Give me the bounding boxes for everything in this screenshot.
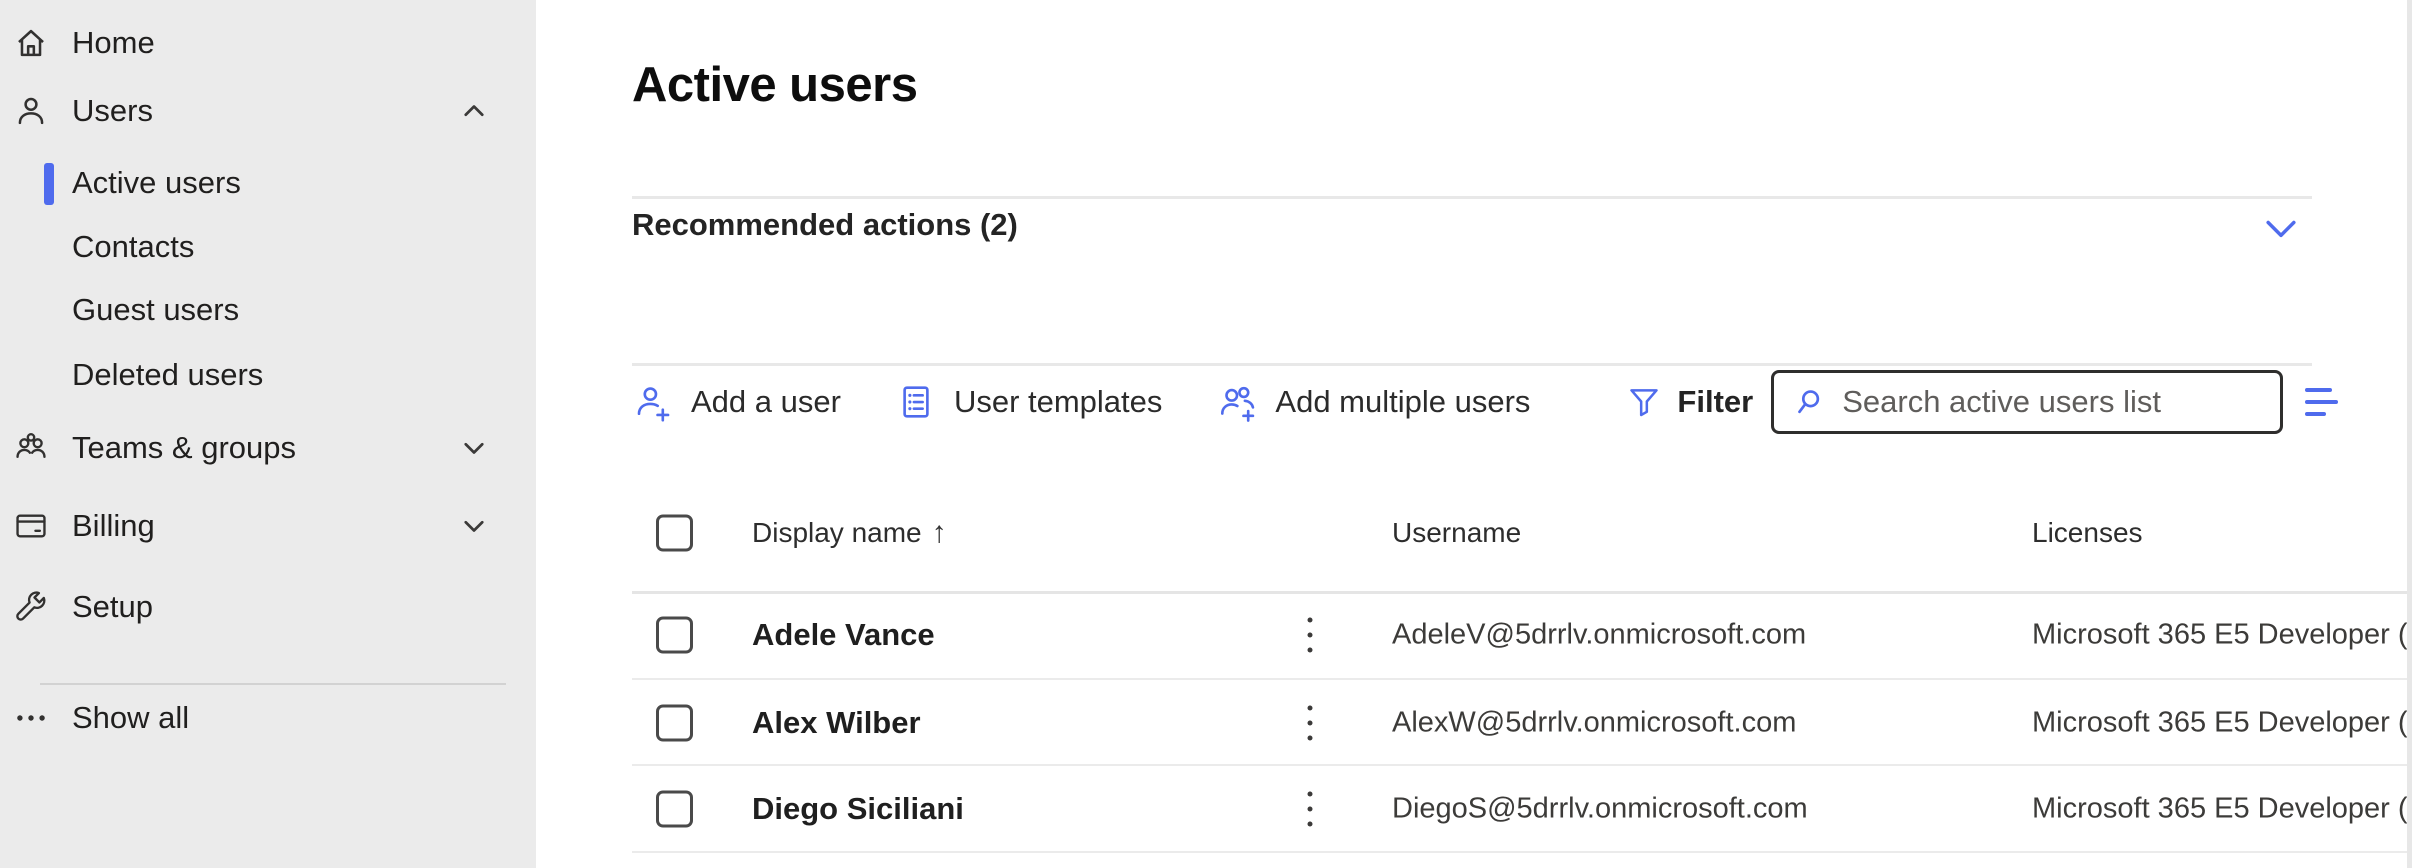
- sidebar-item-label: Contacts: [72, 229, 194, 265]
- scrollbar-track[interactable]: [2407, 0, 2412, 868]
- sidebar-item-label: Teams & groups: [72, 430, 296, 466]
- sort-ascending-icon: ↑: [932, 516, 947, 549]
- table-row: Diego Siciliani DiegoS@5drrlv.onmicrosof…: [0, 766, 2412, 852]
- add-multiple-users-button[interactable]: Add multiple users: [1216, 381, 1530, 423]
- column-header-label: Display name: [752, 517, 922, 548]
- row-checkbox[interactable]: [656, 791, 693, 828]
- add-user-label: Add a user: [691, 384, 841, 420]
- sidebar-item-deleted-users[interactable]: Deleted users: [0, 347, 536, 403]
- toolbar: Add a user User templates Add multiple u…: [632, 370, 2308, 434]
- username-cell: DiegoS@5drrlv.onmicrosoft.com: [1392, 793, 1808, 826]
- people-icon: [12, 429, 50, 467]
- column-header-licenses[interactable]: Licenses: [2032, 517, 2143, 549]
- section-divider: [632, 363, 2312, 366]
- sidebar-item-label: Guest users: [72, 292, 239, 328]
- search-box[interactable]: [1771, 370, 2283, 434]
- sidebar-item-active-users[interactable]: Active users: [0, 155, 536, 211]
- funnel-icon: [1624, 382, 1664, 422]
- column-header-username[interactable]: Username: [1392, 517, 1521, 549]
- user-templates-label: User templates: [954, 384, 1162, 420]
- filter-button[interactable]: Filter: [1624, 382, 1753, 422]
- row-checkbox[interactable]: [656, 617, 693, 654]
- sort-lines-icon[interactable]: [2305, 388, 2338, 416]
- sidebar-item-label: Active users: [72, 165, 241, 201]
- more-actions-kebab-icon[interactable]: [1303, 612, 1317, 658]
- recommended-actions-header: Recommended actions (2): [632, 207, 1018, 243]
- display-name-cell[interactable]: Alex Wilber: [752, 705, 921, 741]
- display-name-cell[interactable]: Adele Vance: [752, 617, 935, 653]
- toolbar-right-group: Filter: [1624, 370, 2338, 434]
- filter-label: Filter: [1677, 384, 1753, 420]
- more-actions-kebab-icon[interactable]: [1303, 700, 1317, 746]
- sidebar-item-teams-groups[interactable]: Teams & groups: [0, 420, 536, 476]
- search-input[interactable]: [1840, 383, 2266, 421]
- table-row: Alex Wilber AlexW@5drrlv.onmicrosoft.com…: [0, 680, 2412, 766]
- sidebar-item-label: Home: [72, 25, 155, 61]
- add-multiple-users-label: Add multiple users: [1275, 384, 1530, 420]
- column-header-display-name[interactable]: Display name ↑: [752, 516, 947, 550]
- sidebar-item-label: Users: [72, 93, 153, 129]
- licenses-cell: Microsoft 365 E5 Developer (withou: [2032, 793, 2412, 826]
- user-icon: [12, 92, 50, 130]
- select-all-checkbox[interactable]: [656, 515, 693, 552]
- row-divider: [632, 851, 2412, 853]
- chevron-down-icon[interactable]: [456, 430, 492, 466]
- person-add-icon: [632, 381, 674, 423]
- licenses-cell: Microsoft 365 E5 Developer (withou: [2032, 707, 2412, 740]
- sidebar-item-home[interactable]: Home: [0, 15, 536, 71]
- people-add-icon: [1216, 381, 1258, 423]
- username-cell: AdeleV@5drrlv.onmicrosoft.com: [1392, 619, 1806, 652]
- user-templates-button[interactable]: User templates: [895, 381, 1162, 423]
- username-cell: AlexW@5drrlv.onmicrosoft.com: [1392, 707, 1796, 740]
- user-template-icon: [895, 381, 937, 423]
- selected-indicator: [44, 163, 54, 205]
- table-row: Adele Vance AdeleV@5drrlv.onmicrosoft.co…: [0, 592, 2412, 678]
- chevron-down-icon[interactable]: [2258, 206, 2304, 250]
- search-icon: [1790, 383, 1828, 421]
- page-title: Active users: [632, 57, 917, 113]
- display-name-cell[interactable]: Diego Siciliani: [752, 791, 964, 827]
- chevron-up-icon[interactable]: [456, 93, 492, 129]
- section-divider: [632, 196, 2312, 199]
- row-checkbox[interactable]: [656, 705, 693, 742]
- table-header: Display name ↑ Username Licenses: [0, 505, 2412, 561]
- sidebar-item-label: Deleted users: [72, 357, 263, 393]
- add-user-button[interactable]: Add a user: [632, 381, 841, 423]
- sidebar-item-guest-users[interactable]: Guest users: [0, 282, 536, 338]
- sidebar-item-users[interactable]: Users: [0, 83, 536, 139]
- sidebar-item-contacts[interactable]: Contacts: [0, 219, 536, 275]
- more-actions-kebab-icon[interactable]: [1303, 786, 1317, 832]
- licenses-cell: Microsoft 365 E5 Developer (withou: [2032, 619, 2412, 652]
- home-icon: [12, 24, 50, 62]
